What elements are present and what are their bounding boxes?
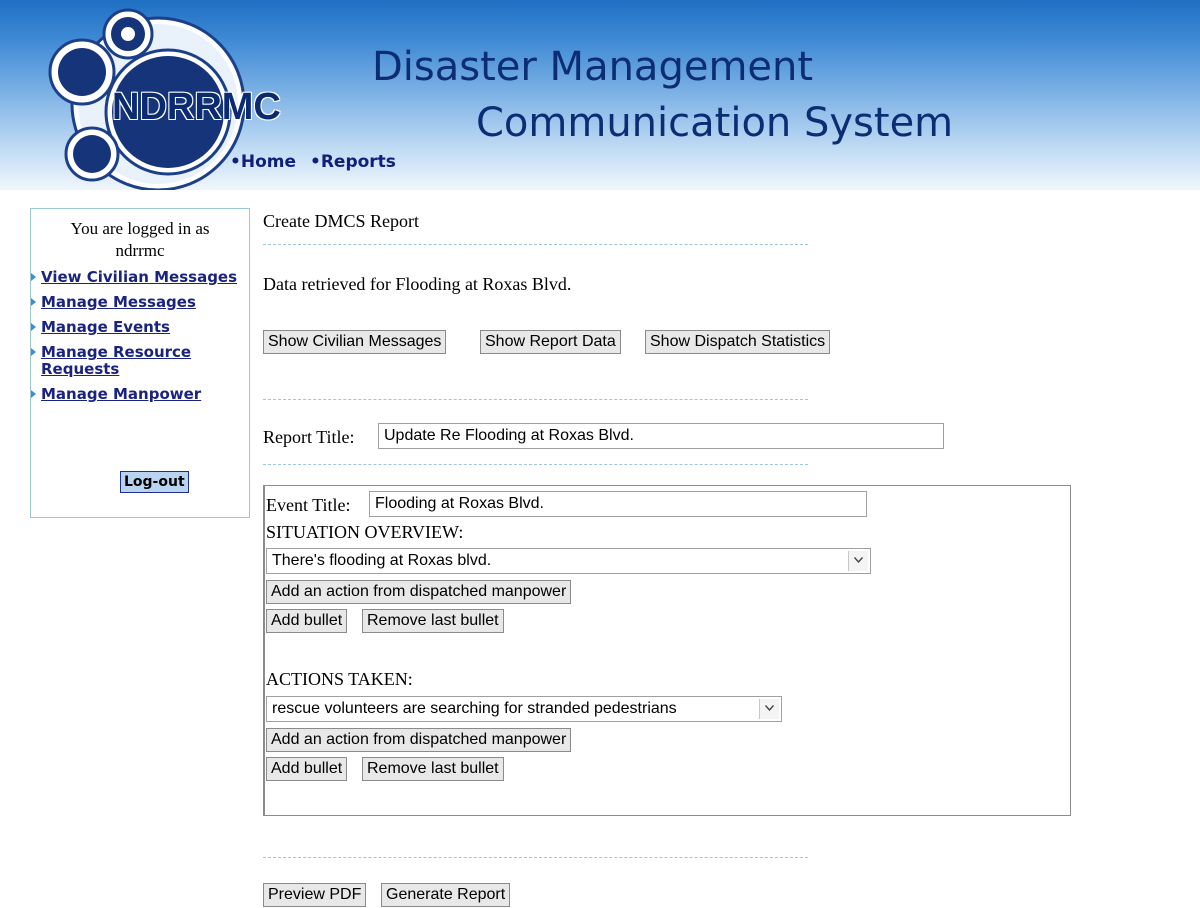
divider — [263, 857, 808, 858]
divider — [263, 464, 808, 465]
site-title-line1: Disaster Management — [372, 44, 814, 90]
login-username: ndrrmc — [115, 241, 165, 260]
event-title-label: Event Title: — [266, 495, 351, 515]
generate-report-button[interactable]: Generate Report — [381, 883, 511, 907]
actions-taken-select[interactable]: rescue volunteers are searching for stra… — [266, 696, 782, 722]
sidebar-item-label: Manage Messages — [41, 293, 196, 311]
report-title-label: Report Title: — [263, 427, 355, 447]
sidebar-item-label: Manage Events — [41, 318, 170, 336]
login-status-text: You are logged in as — [70, 219, 210, 238]
logout-button[interactable]: Log-out — [120, 471, 189, 493]
sidebar-item-manage-messages[interactable]: Manage Messages — [31, 294, 246, 311]
bullet-arrow-icon — [31, 390, 36, 398]
chevron-down-icon[interactable] — [759, 699, 779, 719]
show-civilian-messages-button[interactable]: Show Civilian Messages — [263, 330, 447, 354]
sidebar: You are logged in as ndrrmc View Civilia… — [30, 208, 250, 518]
bullet-arrow-icon — [31, 298, 36, 306]
actions-taken-selected: rescue volunteers are searching for stra… — [272, 700, 677, 717]
situation-overview-selected: There's flooding at Roxas blvd. — [272, 552, 492, 569]
show-report-data-button[interactable]: Show Report Data — [480, 330, 621, 354]
remove-last-bullet-button[interactable]: Remove last bullet — [362, 757, 504, 781]
sidebar-item-label: Manage Resource Requests — [41, 343, 192, 378]
top-nav: •Home •Reports — [230, 152, 404, 172]
sidebar-item-manage-resource-requests[interactable]: Manage Resource Requests — [31, 344, 246, 378]
divider — [263, 399, 808, 400]
add-action-from-manpower-button[interactable]: Add an action from dispatched manpower — [266, 580, 572, 604]
logo-text: NDRRMC — [112, 86, 281, 128]
sidebar-item-view-civilian-messages[interactable]: View Civilian Messages — [31, 269, 246, 286]
bullet-arrow-icon — [31, 348, 36, 356]
bullet-arrow-icon — [31, 273, 36, 281]
site-title-line2: Communication System — [476, 100, 954, 146]
remove-last-bullet-button[interactable]: Remove last bullet — [362, 609, 504, 633]
nav-home-link[interactable]: •Home — [230, 152, 296, 172]
site-header: NDRRMC Disaster Management Communication… — [0, 0, 1200, 190]
situation-overview-label: SITUATION OVERVIEW: — [266, 522, 464, 542]
page-title: Create DMCS Report — [263, 211, 419, 231]
add-action-from-manpower-button[interactable]: Add an action from dispatched manpower — [266, 728, 572, 752]
report-title-input[interactable]: Update Re Flooding at Roxas Blvd. — [378, 423, 944, 449]
situation-overview-select[interactable]: There's flooding at Roxas blvd. — [266, 548, 871, 574]
actions-taken-label: ACTIONS TAKEN: — [266, 669, 413, 689]
add-bullet-button[interactable]: Add bullet — [266, 609, 348, 633]
login-status: You are logged in as ndrrmc — [31, 209, 249, 262]
sidebar-menu: View Civilian Messages Manage Messages M… — [31, 269, 249, 403]
add-bullet-button[interactable]: Add bullet — [266, 757, 348, 781]
preview-pdf-button[interactable]: Preview PDF — [263, 883, 367, 907]
sidebar-item-label: Manage Manpower — [41, 385, 202, 403]
event-title-input[interactable]: Flooding at Roxas Blvd. — [369, 491, 867, 517]
bullet-arrow-icon — [31, 323, 36, 331]
retrieved-status-text: Data retrieved for Flooding at Roxas Blv… — [263, 274, 572, 294]
show-dispatch-statistics-button[interactable]: Show Dispatch Statistics — [645, 330, 831, 354]
chevron-down-icon[interactable] — [848, 551, 868, 571]
sidebar-item-label: View Civilian Messages — [41, 268, 238, 286]
divider — [263, 244, 808, 245]
sidebar-item-manage-events[interactable]: Manage Events — [31, 319, 246, 336]
sidebar-item-manage-manpower[interactable]: Manage Manpower — [31, 386, 246, 403]
nav-reports-link[interactable]: •Reports — [310, 152, 396, 172]
